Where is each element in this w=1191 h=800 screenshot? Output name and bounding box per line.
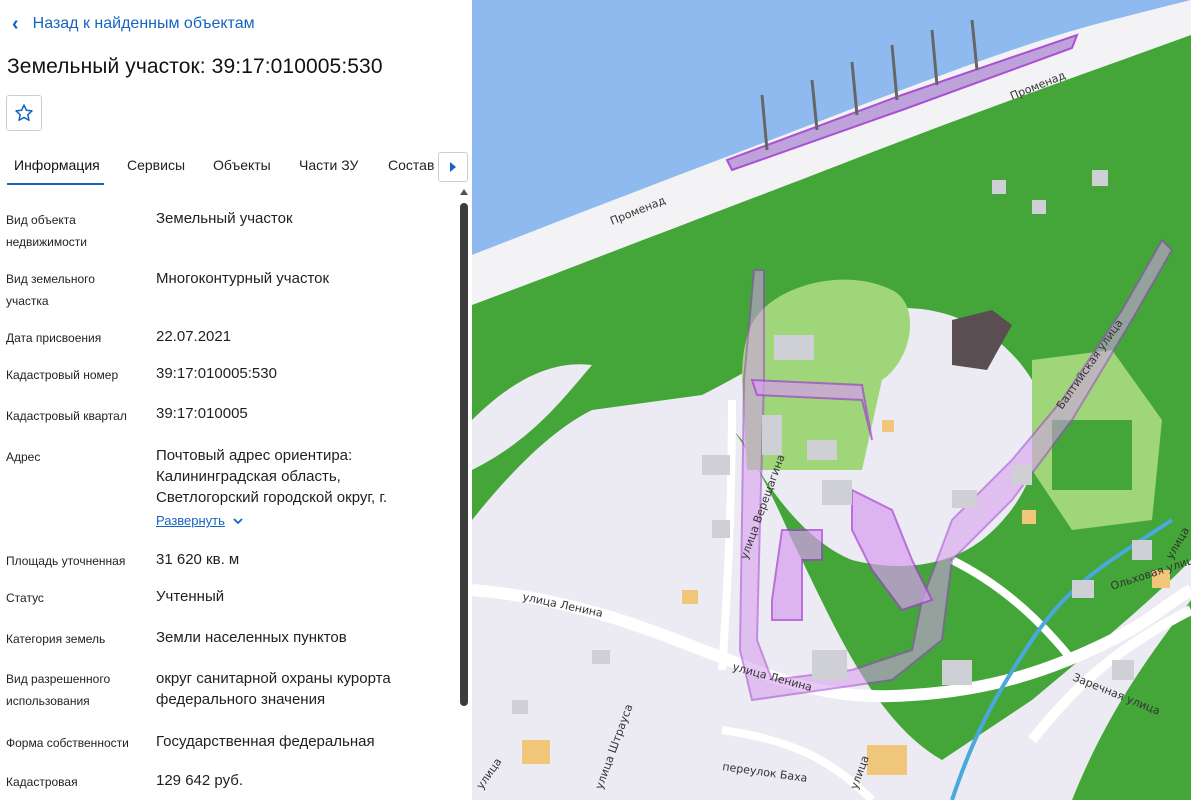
property-label: Форма собственности [6, 736, 129, 750]
property-value: 129 642 руб. [156, 772, 243, 789]
property-label: Вид объекта недвижимости [6, 213, 87, 249]
property-value: 31 620 кв. м [156, 551, 240, 568]
map-view[interactable]: Променад Променад Балтийская улица улица… [472, 0, 1191, 800]
property-value: Государственная федеральная [156, 733, 375, 750]
expand-label: Развернуть [156, 513, 225, 528]
info-panel: ‹ Назад к найденным объектам Земельный у… [0, 0, 472, 800]
expand-address-link[interactable]: Развернуть [156, 513, 243, 528]
property-label: Вид земельного участка [6, 272, 95, 308]
property-label: Кадастровый квартал [6, 409, 127, 423]
property-value: Земли населенных пунктов [156, 629, 347, 646]
property-label: Дата присвоения [6, 331, 102, 345]
property-value: 22.07.2021 [156, 328, 232, 345]
address-value: Почтовый адрес ориентира: Калининградска… [156, 447, 388, 506]
property-list: Вид объекта недвижимости Земельный участ… [0, 0, 456, 800]
property-label: Кадастровый номер [6, 368, 119, 382]
property-value: округ санитарной охраны курорта федераль… [156, 670, 391, 708]
map-canvas[interactable]: Променад Променад Балтийская улица улица… [472, 0, 1191, 800]
scrollbar-thumb[interactable] [460, 203, 468, 706]
chevron-down-icon [233, 513, 243, 528]
property-label: Адрес [6, 450, 41, 464]
property-value: 39:17:010005 [156, 405, 248, 422]
property-value: Земельный участок [156, 210, 293, 227]
property-label: Кадастровая [6, 775, 78, 789]
property-value: Учтенный [156, 588, 225, 605]
property-label: Статус [6, 591, 44, 605]
property-label: Категория земель [6, 632, 106, 646]
property-value: Многоконтурный участок [156, 270, 330, 287]
property-label: Вид разрешенного использования [6, 672, 111, 708]
property-label: Площадь уточненная [6, 554, 126, 568]
property-value: 39:17:010005:530 [156, 365, 277, 382]
scroll-up-icon[interactable] [460, 189, 468, 195]
